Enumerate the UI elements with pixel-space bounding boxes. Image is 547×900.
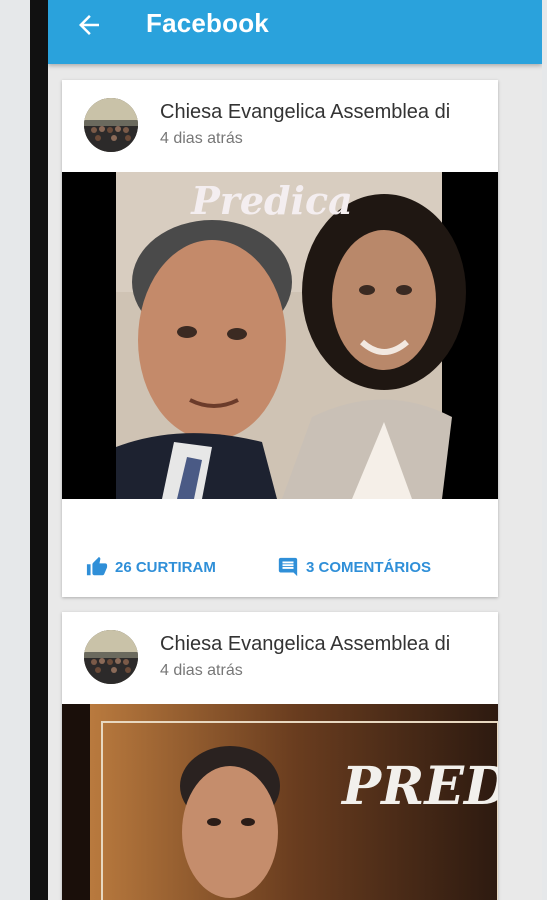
comments-button[interactable]: 3 COMENTÁRIOS bbox=[277, 550, 431, 584]
post-author[interactable]: Chiesa Evangelica Assemblea di bbox=[160, 101, 480, 124]
post-actions: 26 CURTIRAM 3 COMENTÁRIOS bbox=[62, 550, 498, 584]
post-header[interactable]: Chiesa Evangelica Assemblea di 4 dias at… bbox=[62, 80, 498, 172]
likes-count: 26 CURTIRAM bbox=[115, 558, 216, 576]
thumbs-up-icon bbox=[86, 556, 108, 576]
post-image[interactable]: PREDIC bbox=[62, 704, 498, 900]
back-button[interactable] bbox=[74, 10, 114, 40]
app-title: Facebook bbox=[146, 8, 269, 38]
app-bar: Facebook bbox=[48, 0, 542, 64]
post-time: 4 dias atrás bbox=[160, 662, 243, 679]
comment-icon bbox=[278, 557, 298, 577]
image-caption: PREDIC bbox=[340, 756, 498, 817]
post-author[interactable]: Chiesa Evangelica Assemblea di bbox=[160, 633, 480, 656]
post-card: Chiesa Evangelica Assemblea di 4 dias at… bbox=[62, 80, 498, 597]
arrow-back-icon bbox=[79, 15, 99, 35]
post-header[interactable]: Chiesa Evangelica Assemblea di 4 dias at… bbox=[62, 612, 498, 704]
post-card: Chiesa Evangelica Assemblea di 4 dias at… bbox=[62, 612, 498, 900]
avatar[interactable] bbox=[84, 630, 138, 684]
like-button[interactable]: 26 CURTIRAM bbox=[86, 550, 216, 584]
post-time: 4 dias atrás bbox=[160, 130, 243, 147]
app-screen: Facebook Chiesa Evangelica Assemblea di … bbox=[48, 0, 542, 900]
device-frame: Facebook Chiesa Evangelica Assemblea di … bbox=[30, 0, 542, 900]
post-image[interactable]: Predica bbox=[62, 172, 498, 499]
avatar[interactable] bbox=[84, 98, 138, 152]
comments-count: 3 COMENTÁRIOS bbox=[306, 558, 432, 576]
image-caption: Predica bbox=[190, 178, 353, 223]
